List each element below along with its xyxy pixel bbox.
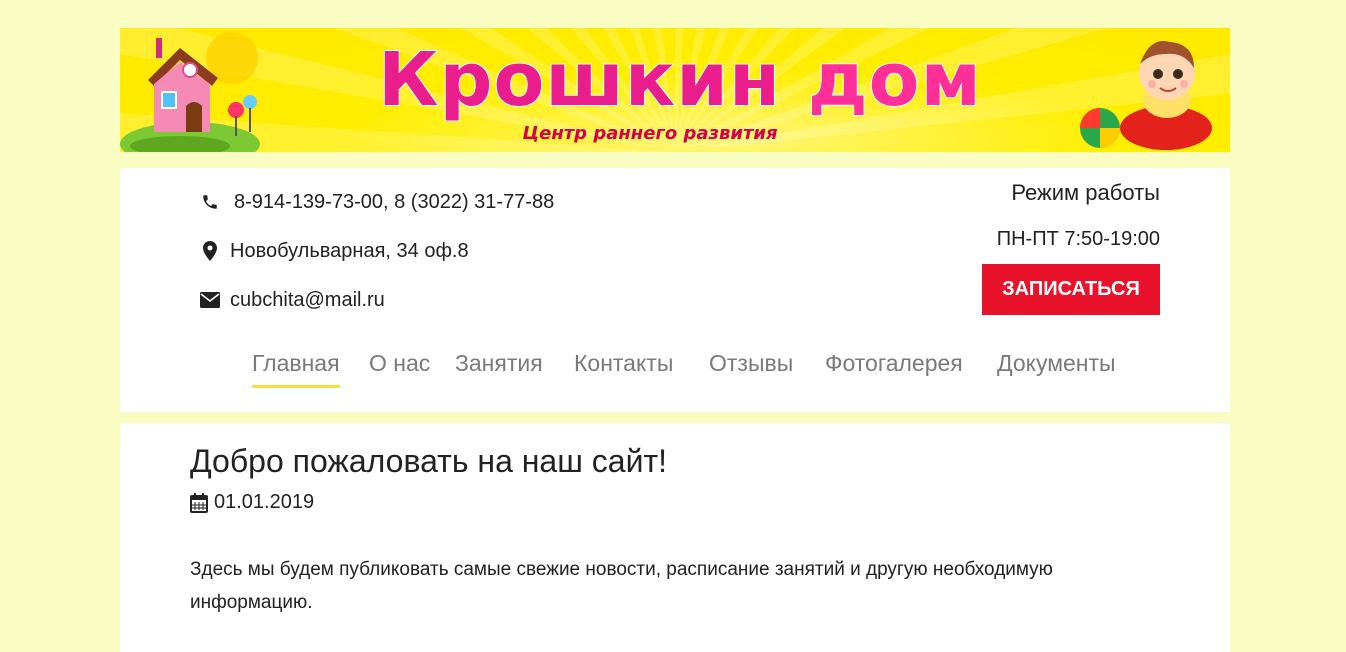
calendar-icon (190, 492, 208, 513)
site-title: Крошкин дом (360, 28, 1000, 132)
post-date: 01.01.2019 (190, 491, 314, 514)
main-nav: Главная О нас Занятия Контакты Отзывы Фо… (240, 350, 1140, 390)
address-text: Новобульварная, 34 оф.8 (230, 239, 469, 262)
header-panel: 8-914-139-73-00, 8 (3022) 31-77-88 Новоб… (120, 168, 1230, 412)
site-title-space (781, 37, 808, 123)
nav-item-documents[interactable]: Документы (997, 350, 1116, 385)
phone-contact[interactable]: 8-914-139-73-00, 8 (3022) 31-77-88 (200, 190, 554, 214)
address-contact: Новобульварная, 34 оф.8 (200, 239, 469, 263)
post-body: Здесь мы будем публиковать самые свежие … (190, 559, 1053, 613)
nav-item-reviews[interactable]: Отзывы (709, 350, 793, 385)
site-banner[interactable]: Крошкин дом Центр раннего развития (120, 28, 1230, 152)
email-contact[interactable]: cubchita@mail.ru (200, 288, 385, 312)
site-title-word-2: дом (807, 36, 982, 124)
phone-text: 8-914-139-73-00, 8 (3022) 31-77-88 (234, 190, 555, 213)
post-date-text: 01.01.2019 (214, 491, 315, 513)
content-panel: Добро пожаловать на наш сайт! 01.01.2019… (120, 423, 1230, 652)
post-title: Добро пожаловать на наш сайт! (190, 443, 667, 479)
schedule-title: Режим работы (1011, 180, 1160, 205)
envelope-icon (200, 290, 220, 310)
nav-item-home[interactable]: Главная (252, 350, 340, 388)
site-title-word-1: Крошкин (377, 36, 782, 124)
house-icon (120, 32, 260, 152)
nav-item-contacts[interactable]: Контакты (574, 350, 673, 385)
page: Крошкин дом Центр раннего развития 8-914… (0, 0, 1346, 652)
nav-item-gallery[interactable]: Фотогалерея (825, 350, 963, 385)
baby-icon (1080, 40, 1212, 150)
email-text: cubchita@mail.ru (230, 288, 385, 311)
nav-item-classes[interactable]: Занятия (455, 350, 543, 385)
site-subtitle: Центр раннего развития (522, 123, 778, 144)
map-pin-icon (200, 241, 220, 261)
signup-button[interactable]: ЗАПИСАТЬСЯ (982, 264, 1160, 315)
nav-item-about[interactable]: О нас (369, 350, 430, 385)
phone-icon (200, 192, 220, 212)
schedule-hours: ПН-ПТ 7:50-19:00 (996, 228, 1160, 250)
